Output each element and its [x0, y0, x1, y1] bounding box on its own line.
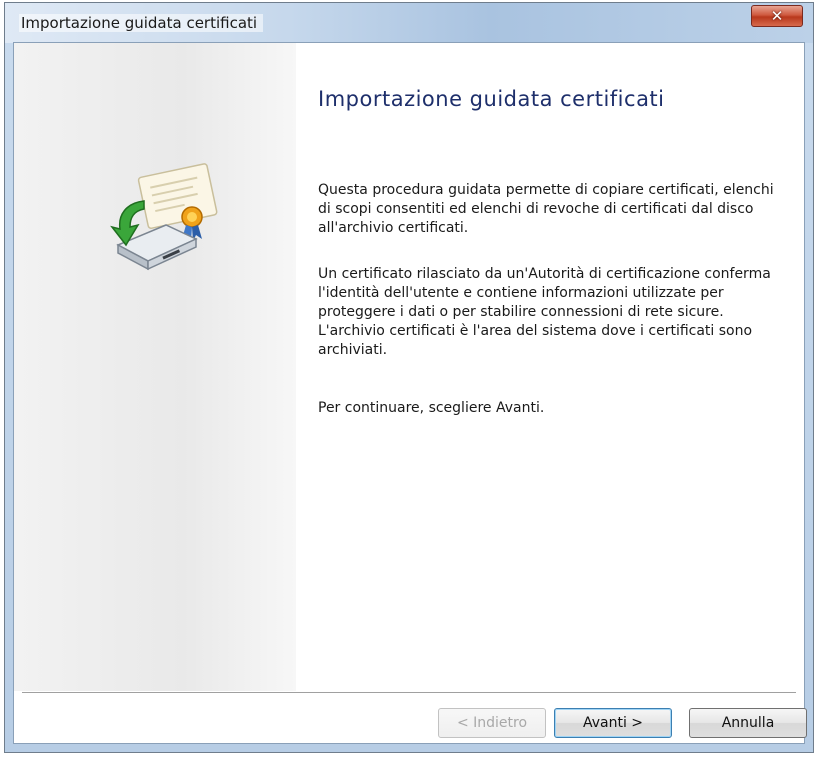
- wizard-side-panel: [14, 43, 296, 691]
- next-button[interactable]: Avanti >: [554, 708, 672, 738]
- button-separator: [22, 692, 796, 694]
- wizard-heading: Importazione guidata certificati: [318, 87, 665, 111]
- wizard-client-area: Importazione guidata certificati Questa …: [13, 42, 807, 744]
- back-button[interactable]: < Indietro: [438, 708, 546, 738]
- window-title: Importazione guidata certificati: [19, 14, 264, 32]
- certificate-import-icon: [110, 163, 218, 271]
- cancel-button[interactable]: Annulla: [689, 708, 807, 738]
- close-button[interactable]: ✕: [751, 5, 803, 27]
- intro-paragraph: Questa procedura guidata permette di cop…: [318, 182, 774, 236]
- close-icon: ✕: [770, 7, 784, 25]
- title-bar[interactable]: Importazione guidata certificati ✕: [5, 3, 813, 43]
- certificate-info-paragraph: Un certificato rilasciato da un'Autorità…: [318, 266, 771, 358]
- continue-instruction: Per continuare, scegliere Avanti.: [318, 400, 545, 416]
- wizard-window: Importazione guidata certificati ✕ Impor…: [4, 2, 814, 753]
